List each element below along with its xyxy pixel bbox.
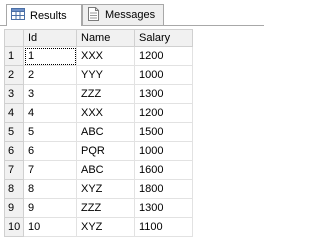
cell-salary[interactable]: 1200 bbox=[134, 103, 193, 123]
cell-name[interactable]: ABC bbox=[76, 160, 135, 180]
cell-salary[interactable]: 1300 bbox=[134, 84, 193, 104]
cell-id[interactable]: 9 bbox=[23, 198, 77, 218]
cell-name[interactable]: YYY bbox=[76, 65, 135, 85]
cell-name[interactable]: XYZ bbox=[76, 179, 135, 199]
tab-results[interactable]: Results bbox=[6, 4, 82, 26]
row-number[interactable]: 1 bbox=[4, 46, 24, 66]
table-row[interactable]: 2 2 YYY 1000 bbox=[4, 65, 193, 85]
cell-name[interactable]: ZZZ bbox=[76, 84, 135, 104]
column-header-name[interactable]: Name bbox=[76, 29, 135, 47]
tab-results-label: Results bbox=[30, 9, 67, 22]
table-row[interactable]: 8 8 XYZ 1800 bbox=[4, 179, 193, 199]
cell-name[interactable]: ABC bbox=[76, 122, 135, 142]
table-row[interactable]: 9 9 ZZZ 1300 bbox=[4, 198, 193, 218]
cell-salary[interactable]: 1800 bbox=[134, 179, 193, 199]
cell-salary[interactable]: 1500 bbox=[134, 122, 193, 142]
cell-salary[interactable]: 1000 bbox=[134, 65, 193, 85]
cell-salary[interactable]: 1200 bbox=[134, 46, 193, 66]
table-row[interactable]: 3 3 ZZZ 1300 bbox=[4, 84, 193, 104]
cell-name[interactable]: XXX bbox=[76, 103, 135, 123]
row-number[interactable]: 6 bbox=[4, 141, 24, 161]
cell-id[interactable]: 1 bbox=[23, 46, 77, 66]
table-row[interactable]: 10 10 XYZ 1100 bbox=[4, 217, 193, 237]
row-number[interactable]: 9 bbox=[4, 198, 24, 218]
column-header-id[interactable]: Id bbox=[23, 29, 77, 47]
tab-messages-label: Messages bbox=[105, 9, 156, 21]
cell-salary[interactable]: 1100 bbox=[134, 217, 193, 237]
cell-name[interactable]: XYZ bbox=[76, 217, 135, 237]
table-row[interactable]: 1 1 XXX 1200 bbox=[4, 46, 193, 66]
row-number[interactable]: 10 bbox=[4, 217, 24, 237]
grid-icon bbox=[11, 8, 25, 23]
table-row[interactable]: 5 5 ABC 1500 bbox=[4, 122, 193, 142]
results-grid: Id Name Salary 1 1 XXX 1200 2 2 YYY 1000 3 3 ZZZ 13… bbox=[4, 29, 193, 237]
table-row[interactable]: 6 6 PQR 1000 bbox=[4, 141, 193, 161]
row-number[interactable]: 5 bbox=[4, 122, 24, 142]
cell-name[interactable]: PQR bbox=[76, 141, 135, 161]
row-number[interactable]: 7 bbox=[4, 160, 24, 180]
cell-id[interactable]: 6 bbox=[23, 141, 77, 161]
cell-id[interactable]: 7 bbox=[23, 160, 77, 180]
grid-header-row: Id Name Salary bbox=[4, 29, 193, 47]
cell-id[interactable]: 8 bbox=[23, 179, 77, 199]
row-number[interactable]: 2 bbox=[4, 65, 24, 85]
cell-salary[interactable]: 1300 bbox=[134, 198, 193, 218]
cell-id[interactable]: 5 bbox=[23, 122, 77, 142]
cell-id[interactable]: 3 bbox=[23, 84, 77, 104]
cell-name[interactable]: ZZZ bbox=[76, 198, 135, 218]
table-row[interactable]: 7 7 ABC 1600 bbox=[4, 160, 193, 180]
results-grid-area: Id Name Salary 1 1 XXX 1200 2 2 YYY 1000 3 3 ZZZ 13… bbox=[0, 26, 264, 249]
cell-id[interactable]: 10 bbox=[23, 217, 77, 237]
results-tab-bar: Results Messages bbox=[0, 0, 264, 26]
cell-id[interactable]: 4 bbox=[23, 103, 77, 123]
cell-salary[interactable]: 1600 bbox=[134, 160, 193, 180]
cell-id[interactable]: 2 bbox=[23, 65, 77, 85]
grid-corner-cell[interactable] bbox=[4, 29, 24, 47]
row-number[interactable]: 4 bbox=[4, 103, 24, 123]
column-header-salary[interactable]: Salary bbox=[134, 29, 193, 47]
row-number[interactable]: 8 bbox=[4, 179, 24, 199]
messages-icon bbox=[87, 6, 100, 24]
row-number[interactable]: 3 bbox=[4, 84, 24, 104]
cell-name[interactable]: XXX bbox=[76, 46, 135, 66]
cell-salary[interactable]: 1000 bbox=[134, 141, 193, 161]
table-row[interactable]: 4 4 XXX 1200 bbox=[4, 103, 193, 123]
tab-messages[interactable]: Messages bbox=[82, 4, 164, 25]
